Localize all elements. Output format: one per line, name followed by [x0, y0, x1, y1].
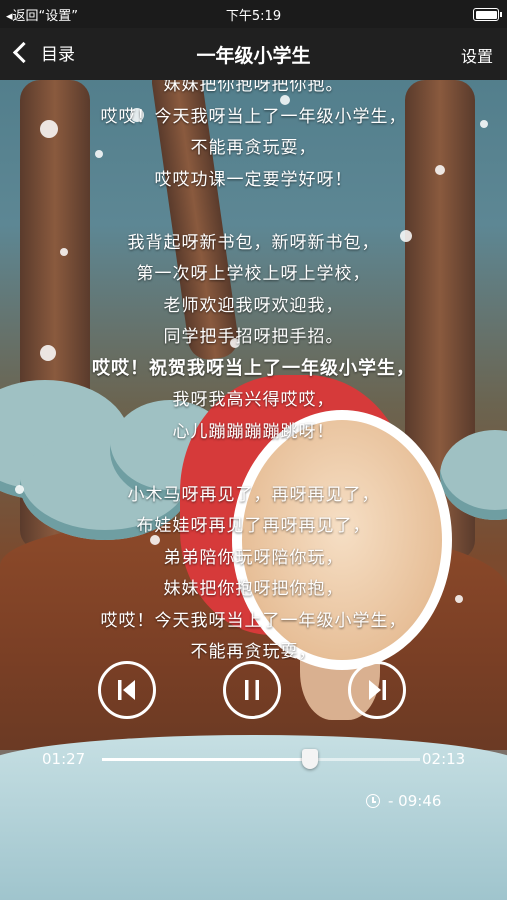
- lyric-line: 同学把手招呀把手招。: [163, 327, 344, 347]
- pause-icon: [245, 680, 259, 700]
- progress-thumb[interactable]: [301, 749, 318, 769]
- lyric-line: 哎哎功课一定要学好呀！: [154, 169, 353, 190]
- settings-button[interactable]: 设置: [461, 43, 493, 67]
- sleep-timer[interactable]: - 09:46: [366, 792, 441, 810]
- status-bar: ◂返回“设置” 下午5:19: [0, 0, 507, 28]
- previous-track-button[interactable]: [98, 661, 156, 719]
- clock-time: 下午5:19: [225, 9, 282, 24]
- lyric-line: 我背起呀新书包，新呀新书包，: [127, 232, 380, 253]
- lyric-line: 哎哎！今天我呀当上了一年级小学生，: [100, 106, 407, 127]
- next-track-button[interactable]: [348, 661, 406, 719]
- progress-fill: [102, 758, 310, 761]
- progress-slider[interactable]: [102, 749, 420, 769]
- lyric-line: 妹妹把你抱呀把你抱，: [163, 579, 344, 599]
- lyric-line: 哎哎！今天我呀当上了一年级小学生，: [100, 610, 407, 631]
- battery-icon: [473, 8, 502, 21]
- sleep-timer-label: - 09:46: [388, 792, 442, 810]
- lyric-line: 哎哎！祝贺我呀当上了一年级小学生，: [92, 357, 415, 379]
- lyric-line: 我呀我高兴得哎哎，: [172, 390, 335, 410]
- clock-icon: [366, 794, 380, 808]
- lyric-line: 心儿蹦蹦蹦蹦跳呀！: [172, 421, 335, 442]
- lyric-line: 第一次呀上学校上呀上学校，: [136, 264, 371, 284]
- pause-button[interactable]: [223, 661, 281, 719]
- skip-previous-icon: [118, 680, 135, 700]
- lyric-line: 老师欢迎我呀欢迎我，: [163, 295, 344, 316]
- lyric-line: 布娃娃呀再见了再呀再见了，: [136, 516, 371, 536]
- lyric-line: 不能再贪玩耍，: [190, 138, 317, 158]
- page-title: 一年级小学生: [196, 45, 311, 67]
- navigation-bar: 目录 一年级小学生 设置: [0, 28, 507, 80]
- lyric-line: 小木马呀再见了，再呀再见了，: [127, 484, 380, 505]
- lyrics-panel[interactable]: 妹妹把你抱呀把你抱。 哎哎！今天我呀当上了一年级小学生， 不能再贪玩耍， 哎哎功课一定…: [0, 60, 507, 660]
- elapsed-time: 01:27: [42, 750, 86, 768]
- lyric-line: 不能再贪玩耍，: [190, 642, 317, 660]
- total-duration: 02:13: [422, 750, 466, 768]
- skip-next-icon: [369, 680, 386, 700]
- lyric-line: 弟弟陪你玩呀陪你玩，: [163, 547, 344, 568]
